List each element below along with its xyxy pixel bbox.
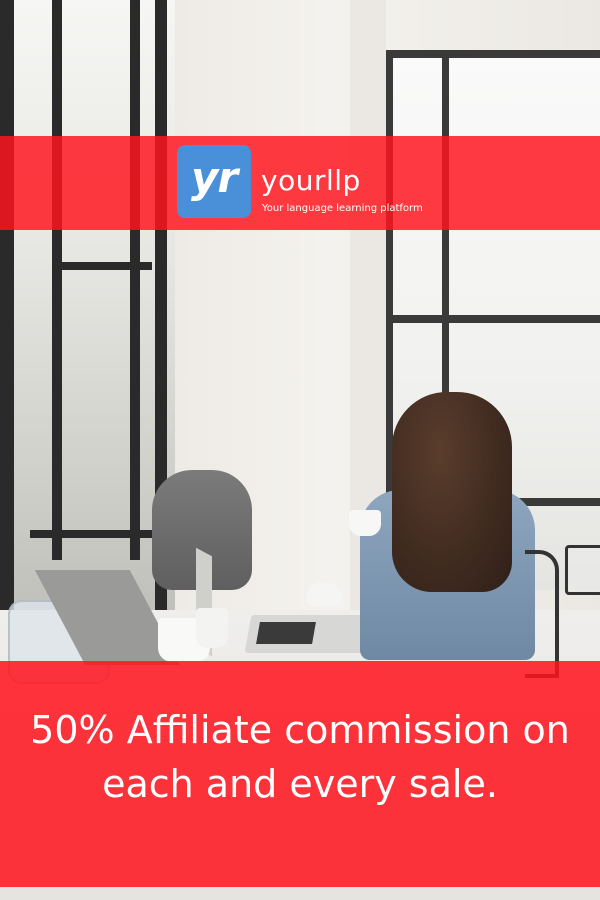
brand-tagline: Your language learning platform <box>262 203 423 214</box>
brand-logo[interactable]: yr <box>177 145 251 218</box>
brand-name: yourllp <box>261 164 361 197</box>
teapot <box>306 582 342 606</box>
ad-canvas: yr yourllp Your language learning platfo… <box>0 0 600 900</box>
headline-text: 50% Affiliate commission on each and eve… <box>30 708 570 806</box>
lantern <box>565 545 600 595</box>
chair <box>525 550 559 678</box>
laptop-keyboard <box>256 622 316 644</box>
coffee-cup <box>349 510 381 536</box>
person-hair <box>392 392 512 592</box>
white-mug-small <box>196 608 228 648</box>
brand-logo-mark: yr <box>190 153 238 202</box>
left-window <box>0 0 175 640</box>
